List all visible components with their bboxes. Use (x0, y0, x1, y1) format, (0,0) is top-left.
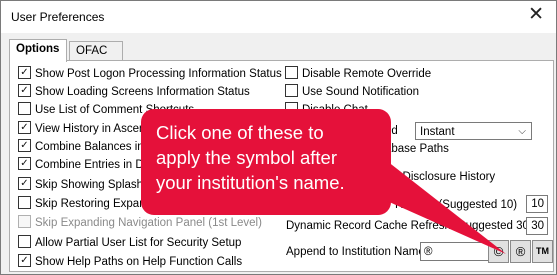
checkbox[interactable] (18, 196, 31, 210)
checkbox[interactable] (285, 84, 298, 98)
option-show-loading-screens[interactable]: ✓ Show Loading Screens Information Status (18, 84, 250, 100)
option-label: Show Help Paths on Help Function Calls (35, 256, 243, 268)
checkbox (18, 215, 31, 229)
checkbox[interactable] (285, 66, 298, 80)
option-label: Skip Expanding Navigation Panel (1st Lev… (35, 217, 262, 229)
callout-pointer-icon (387, 161, 506, 254)
option-skip-expanding-nav: Skip Expanding Navigation Panel (1st Lev… (18, 215, 262, 231)
checkbox[interactable] (18, 102, 31, 116)
sound-mode-value: Instant (420, 126, 455, 138)
option-label: Allow Partial User List for Security Set… (35, 237, 242, 249)
chevron-down-icon[interactable]: ⌵ (518, 123, 526, 141)
callout-line: apply the symbol after (156, 147, 337, 168)
option-label: Show Post Logon Processing Information S… (35, 68, 282, 80)
tab-ofac[interactable]: OFAC (69, 41, 123, 61)
checkbox[interactable]: ✓ (18, 121, 31, 135)
option-show-post-logon[interactable]: ✓ Show Post Logon Processing Information … (18, 66, 282, 82)
option-use-sound-notification[interactable]: Use Sound Notification (285, 84, 419, 100)
instruction-callout: Click one of these to apply the symbol a… (141, 109, 391, 215)
callout-line: your institution's name. (156, 172, 345, 193)
option-partial-user-list[interactable]: Allow Partial User List for Security Set… (18, 235, 241, 251)
checkbox[interactable]: ✓ (18, 139, 31, 153)
sound-mode-select[interactable]: Instant ⌵ (415, 122, 532, 140)
window-title: User Preferences (11, 10, 105, 24)
trademark-button[interactable]: TM (532, 240, 553, 263)
refresh-input[interactable]: 10 (526, 195, 548, 213)
option-label: Disable Remote Override (302, 68, 432, 80)
checkbox[interactable]: ✓ (18, 254, 31, 268)
option-label: Use Sound Notification (302, 86, 419, 98)
tab-options[interactable]: Options (9, 39, 67, 62)
checkbox[interactable]: ✓ (18, 157, 31, 171)
dynamic-refresh-input[interactable]: 30 (526, 217, 548, 235)
title-bar: User Preferences ✕ (1, 1, 556, 33)
user-preferences-window: User Preferences ✕ Options OFAC ✓ Show Po… (0, 0, 557, 275)
checkbox[interactable]: ✓ (18, 177, 31, 191)
option-disable-remote-override[interactable]: Disable Remote Override (285, 66, 431, 82)
option-label: Show Loading Screens Information Status (35, 86, 250, 98)
callout-line: Click one of these to (156, 122, 324, 143)
close-icon[interactable]: ✕ (528, 5, 544, 25)
option-show-help-paths[interactable]: ✓ Show Help Paths on Help Function Calls (18, 254, 242, 270)
checkbox[interactable]: ✓ (18, 84, 31, 98)
checkbox[interactable] (18, 235, 31, 249)
checkbox[interactable]: ✓ (18, 66, 31, 80)
